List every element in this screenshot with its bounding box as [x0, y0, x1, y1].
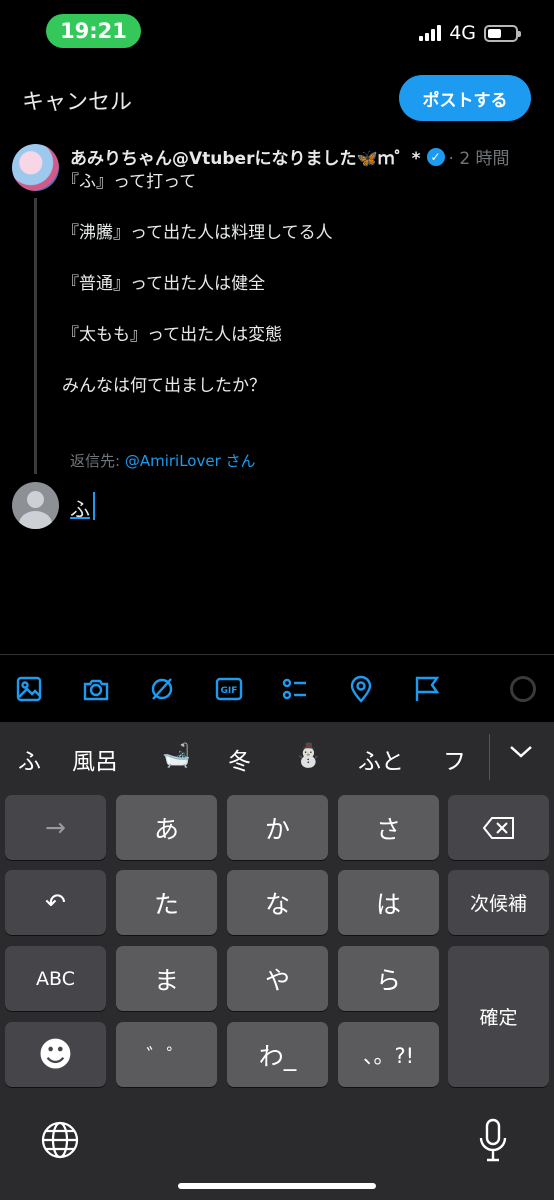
home-indicator[interactable] — [178, 1183, 376, 1189]
candidate-item[interactable]: ⛄ — [294, 742, 323, 769]
post-line: 『普通』って出た人は健全 — [62, 274, 266, 294]
key-ra[interactable]: ら — [338, 946, 439, 1011]
chevron-down-icon[interactable] — [508, 742, 534, 766]
undo-key[interactable]: ↶ — [5, 870, 106, 935]
status-time-pill: 19:21 — [46, 14, 141, 48]
globe-icon[interactable] — [40, 1120, 80, 1164]
candidate-bar: ふ 風呂 🛁 冬 ⛄ ふと フ — [0, 722, 554, 790]
thread-line — [34, 198, 37, 474]
candidate-item[interactable]: フ — [443, 742, 466, 776]
reply-prefix: 返信先: — [70, 452, 121, 470]
punctuation-key[interactable]: 、。?! — [338, 1022, 439, 1087]
status-time: 19:21 — [60, 19, 127, 43]
key-ha[interactable]: は — [338, 870, 439, 935]
author-avatar[interactable] — [12, 144, 59, 191]
post-header: あみりちゃん@Vtuberになりました🦋ｍ゜* ✓ · 2 時間 — [70, 144, 534, 169]
reply-suffix[interactable]: さん — [226, 452, 256, 470]
backspace-key[interactable] — [448, 795, 549, 860]
key-ka[interactable]: か — [227, 795, 328, 860]
key-ta[interactable]: た — [116, 870, 217, 935]
cancel-button[interactable]: キャンセル — [22, 84, 132, 116]
japanese-keyboard: ふ 風呂 🛁 冬 ⛄ ふと フ → あ か さ ↶ た な は 次候補 ABC … — [0, 722, 554, 1200]
key-ma[interactable]: ま — [116, 946, 217, 1011]
location-icon[interactable] — [346, 674, 376, 704]
battery-icon — [484, 24, 521, 42]
dakuten-key[interactable]: ゛゜ — [116, 1022, 217, 1087]
emoji-key[interactable]: ☻ — [5, 1022, 106, 1087]
confirm-key[interactable]: 確定 — [448, 946, 549, 1087]
compose-toolbar: GIF — [0, 654, 554, 722]
flag-icon[interactable] — [412, 674, 442, 704]
grok-icon[interactable] — [147, 674, 177, 704]
candidate-item[interactable]: ふと — [358, 742, 404, 776]
key-a[interactable]: あ — [116, 795, 217, 860]
candidate-item[interactable]: 🛁 — [162, 742, 191, 769]
svg-text:GIF: GIF — [221, 686, 238, 696]
post-line: みんなは何て出ましたか？ — [62, 376, 266, 396]
character-count-ring — [510, 676, 536, 702]
poll-icon[interactable] — [280, 674, 310, 704]
microphone-icon[interactable] — [478, 1118, 508, 1166]
text-caret — [93, 492, 95, 520]
signal-icon — [419, 25, 442, 41]
candidate-item[interactable]: ふ — [18, 742, 41, 776]
abc-key[interactable]: ABC — [5, 946, 106, 1011]
post-line: 『ふ』って打って — [62, 172, 197, 192]
key-na[interactable]: な — [227, 870, 328, 935]
gif-icon[interactable]: GIF — [214, 674, 244, 704]
candidate-item[interactable]: 風呂 — [72, 742, 118, 776]
backspace-icon — [482, 816, 514, 839]
key-wa[interactable]: わ_ — [227, 1022, 328, 1087]
next-candidate-key[interactable]: 次候補 — [448, 870, 549, 935]
reply-handle[interactable]: @AmiriLover — [125, 452, 221, 470]
reply-to-line: 返信先: @AmiriLover さん — [70, 450, 256, 471]
key-ya[interactable]: や — [227, 946, 328, 1011]
verified-badge-icon: ✓ — [426, 147, 445, 166]
reply-input[interactable]: ふ — [70, 493, 90, 522]
post-button[interactable]: ポストする — [399, 75, 531, 121]
post-line: 『沸騰』って出た人は料理してる人 — [62, 223, 333, 243]
key-sa[interactable]: さ — [338, 795, 439, 860]
post-line: 『太もも』って出た人は変態 — [62, 325, 283, 345]
image-icon[interactable] — [14, 674, 44, 704]
camera-icon[interactable] — [81, 674, 111, 704]
network-type: 4G — [449, 22, 476, 44]
post-text: 『ふ』って打って 『沸騰』って出た人は料理してる人 『普通』って出た人は健全 『… — [62, 170, 333, 425]
post-time: · 2 時間 — [448, 149, 510, 169]
status-indicators: 4G — [419, 22, 521, 44]
my-avatar[interactable] — [12, 482, 59, 529]
arrow-key[interactable]: → — [5, 795, 106, 860]
author-name[interactable]: あみりちゃん@Vtuberになりました🦋ｍ゜* — [70, 144, 421, 169]
candidate-item[interactable]: 冬 — [228, 742, 251, 776]
